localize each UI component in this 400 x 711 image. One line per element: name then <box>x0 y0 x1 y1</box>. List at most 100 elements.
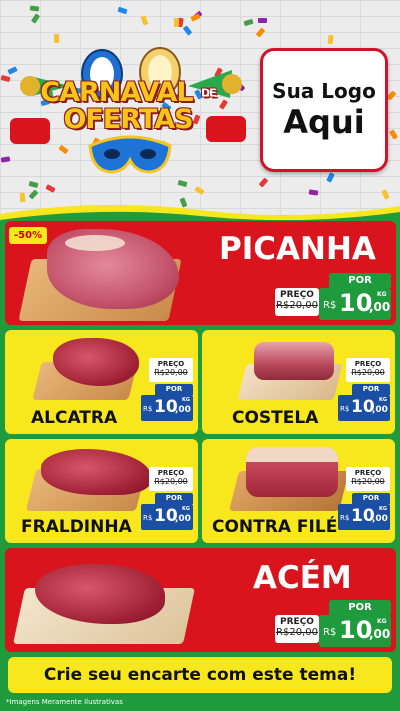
unit: KG <box>182 397 190 403</box>
old-price: R$20,00 <box>154 368 188 377</box>
currency: R$ <box>143 514 153 522</box>
product-card-contra-file[interactable]: CONTRA FILÉ PREÇO R$20,00 POR R$ 10 ,00 … <box>202 439 395 543</box>
confetti-piece <box>173 17 180 28</box>
price-tag-alcatra: PREÇO R$20,00 POR R$ 10 ,00 KG <box>141 358 197 430</box>
fraldinha-image <box>41 449 151 495</box>
preco-label: PREÇO <box>280 290 314 300</box>
price-tag-acem: POR PREÇO R$20,00 R$ 10 ,00 KG <box>275 600 395 650</box>
costela-image <box>254 342 334 380</box>
unit: KG <box>377 291 387 298</box>
product-card-fraldinha[interactable]: FRALDINHA PREÇO R$20,00 POR R$ 10 ,00 KG <box>5 439 198 543</box>
por-label: POR <box>352 493 390 504</box>
confetti-piece <box>308 189 319 196</box>
confetti-piece <box>255 27 266 38</box>
product-card-alcatra[interactable]: ALCATRA PREÇO R$20,00 POR R$ 10 ,00 KG <box>5 330 198 434</box>
old-price: R$20,00 <box>276 300 318 311</box>
fat-cap <box>65 235 125 251</box>
product-name-contra-file: CONTRA FILÉ <box>212 517 338 537</box>
old-price: R$20,00 <box>276 627 318 638</box>
old-price-box: PREÇO R$20,00 <box>149 467 193 491</box>
preco-label: PREÇO <box>280 617 314 627</box>
new-price-box: R$ 10 ,00 KG <box>141 395 193 421</box>
confetti-piece <box>0 74 11 83</box>
currency: R$ <box>340 514 350 522</box>
logo-text-line2: Aqui <box>283 103 365 141</box>
unit: KG <box>377 618 387 625</box>
old-price: R$20,00 <box>351 477 385 486</box>
price-tag-costela: PREÇO R$20,00 POR R$ 10 ,00 KG <box>338 358 394 430</box>
confetti-piece <box>30 13 41 24</box>
confetti-piece <box>258 177 269 188</box>
confetti-piece <box>258 18 267 23</box>
price-decimal: ,00 <box>175 405 191 415</box>
product-name-alcatra: ALCATRA <box>31 408 118 428</box>
price-decimal: ,00 <box>372 405 388 415</box>
confetti-piece <box>243 18 254 27</box>
old-price-box: PREÇO R$20,00 <box>149 358 193 382</box>
old-price: R$20,00 <box>351 368 385 377</box>
old-price-box: PREÇO R$20,00 <box>275 288 319 316</box>
disclaimer-text: *Imagens Meramente Ilustrativas <box>6 698 123 706</box>
confetti-piece <box>117 6 128 15</box>
contra-file-image <box>246 447 338 497</box>
confetti-piece <box>0 156 11 163</box>
por-label: POR <box>155 384 193 395</box>
preco-label: PREÇO <box>354 469 382 477</box>
product-card-picanha[interactable]: -50% PICANHA POR PREÇO R$20,00 R$ 10 ,00… <box>5 221 396 325</box>
unit: KG <box>379 506 387 512</box>
confetti-piece <box>327 34 334 45</box>
product-name-picanha: PICANHA <box>219 231 376 267</box>
confetti-piece <box>389 129 398 140</box>
price-decimal: ,00 <box>175 514 191 524</box>
price-tag-picanha: POR PREÇO R$20,00 R$ 10 ,00 KG <box>275 273 395 323</box>
price-tag-fraldinha: PREÇO R$20,00 POR R$ 10 ,00 KG <box>141 467 197 539</box>
discount-badge: -50% <box>9 227 48 244</box>
por-label: POR <box>352 384 390 395</box>
new-price-box: R$ 10 ,00 KG <box>338 504 390 530</box>
logo-text-line1: Sua Logo <box>272 79 376 103</box>
currency: R$ <box>323 300 337 311</box>
confetti-piece <box>29 5 40 12</box>
currency: R$ <box>340 405 350 413</box>
preco-label: PREÇO <box>157 360 185 368</box>
por-label: POR <box>329 273 391 288</box>
banner-de: DE <box>201 86 217 100</box>
old-price: R$20,00 <box>154 477 188 486</box>
confetti-piece <box>54 34 59 43</box>
por-label: POR <box>329 600 391 615</box>
cta-banner[interactable]: Crie seu encarte com este tema! <box>8 657 392 693</box>
product-card-acem[interactable]: ACÉM POR PREÇO R$20,00 R$ 10 ,00 KG <box>5 548 396 652</box>
confetti-piece <box>140 15 149 26</box>
preco-label: PREÇO <box>157 469 185 477</box>
price-integer: 10 <box>339 616 373 644</box>
new-price-box: R$ 10 ,00 KG <box>319 288 391 320</box>
price-decimal: ,00 <box>369 627 391 641</box>
new-price-box: R$ 10 ,00 KG <box>141 504 193 530</box>
new-price-box: R$ 10 ,00 KG <box>319 615 391 647</box>
price-decimal: ,00 <box>372 514 388 524</box>
old-price-box: PREÇO R$20,00 <box>346 358 390 382</box>
confetti-piece <box>182 25 193 36</box>
product-name-costela: COSTELA <box>232 408 319 428</box>
preco-label: PREÇO <box>354 360 382 368</box>
currency: R$ <box>323 627 337 638</box>
old-price-box: PREÇO R$20,00 <box>346 467 390 491</box>
banner-line2: OFERTAS <box>63 103 193 135</box>
confetti-piece <box>326 172 335 183</box>
confetti-piece <box>190 13 201 22</box>
price-integer: 10 <box>339 289 373 317</box>
currency: R$ <box>143 405 153 413</box>
unit: KG <box>182 506 190 512</box>
old-price-box: PREÇO R$20,00 <box>275 615 319 643</box>
product-name-acem: ACÉM <box>253 560 352 596</box>
product-card-costela[interactable]: COSTELA PREÇO R$20,00 POR R$ 10 ,00 KG <box>202 330 395 434</box>
price-decimal: ,00 <box>369 300 391 314</box>
confetti-piece <box>194 185 205 196</box>
confetti-piece <box>386 90 397 101</box>
header: CARNAVAL DE OFERTAS Sua Logo Aqui <box>0 0 400 215</box>
logo-placeholder[interactable]: Sua Logo Aqui <box>260 48 388 172</box>
price-tag-contra-file: PREÇO R$20,00 POR R$ 10 ,00 KG <box>338 467 394 539</box>
banner-title: CARNAVAL DE OFERTAS <box>38 79 218 135</box>
product-name-fraldinha: FRALDINHA <box>21 517 132 537</box>
new-price-box: R$ 10 ,00 KG <box>338 395 390 421</box>
